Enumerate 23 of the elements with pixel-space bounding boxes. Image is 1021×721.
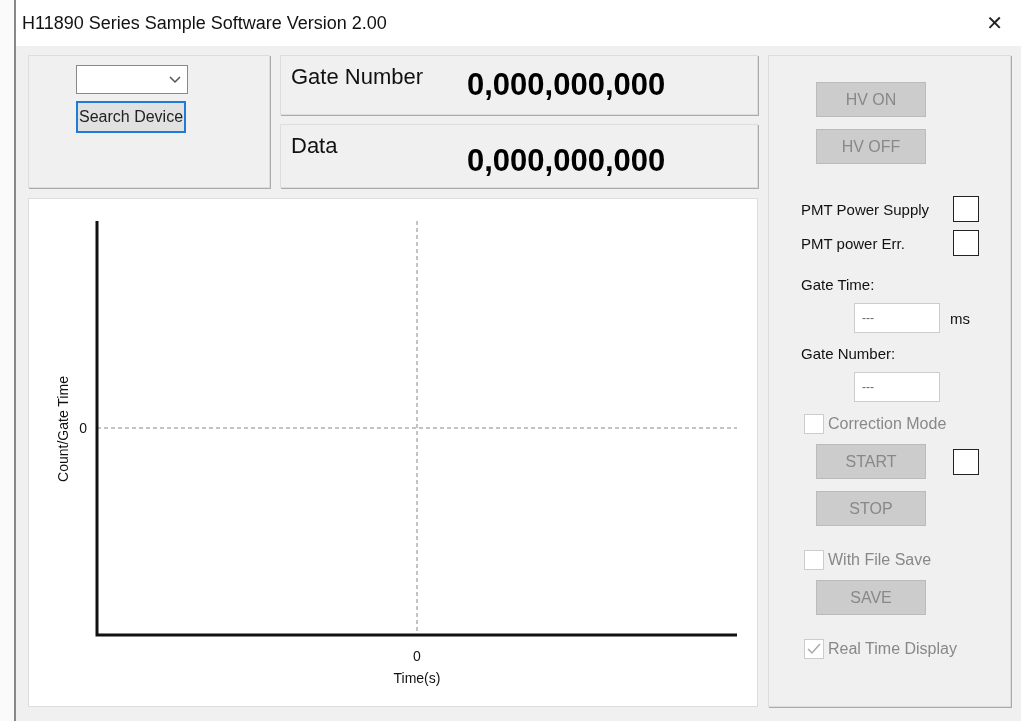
search-device-button[interactable]: Search Device — [76, 101, 187, 133]
readout-value: 0,000,000,000 — [467, 67, 666, 103]
close-button[interactable]: ✕ — [978, 7, 1011, 39]
indicator-label: PMT Power Supply — [801, 200, 930, 218]
input-field[interactable]: --- — [854, 372, 940, 402]
checkbox-label: With File Save — [828, 551, 932, 569]
tick-label: 0 — [79, 420, 87, 436]
input-field[interactable]: --- — [854, 303, 940, 333]
axis-title: Count/Gate Time — [55, 376, 71, 482]
checkbox-label: Real Time Display — [828, 640, 957, 658]
chevron-down-icon — [169, 75, 181, 84]
axis-title: Time(s) — [393, 670, 441, 686]
device-dropdown[interactable] — [76, 65, 188, 94]
indicator-label: PMT power Err. — [801, 234, 905, 252]
window-title: H11890 Series Sample Software Version 2.00 — [22, 12, 387, 34]
field-label: Gate Number: — [801, 345, 897, 362]
readout-label: Gate Number — [291, 64, 425, 90]
readout-value: 0,000,000,000 — [467, 143, 666, 179]
tick-label: 0 — [413, 648, 421, 664]
unit-label: ms — [950, 309, 970, 327]
checkbox-label: Correction Mode — [828, 415, 947, 433]
readout-label: Data — [291, 133, 339, 159]
field-label: Gate Time: — [801, 276, 876, 293]
